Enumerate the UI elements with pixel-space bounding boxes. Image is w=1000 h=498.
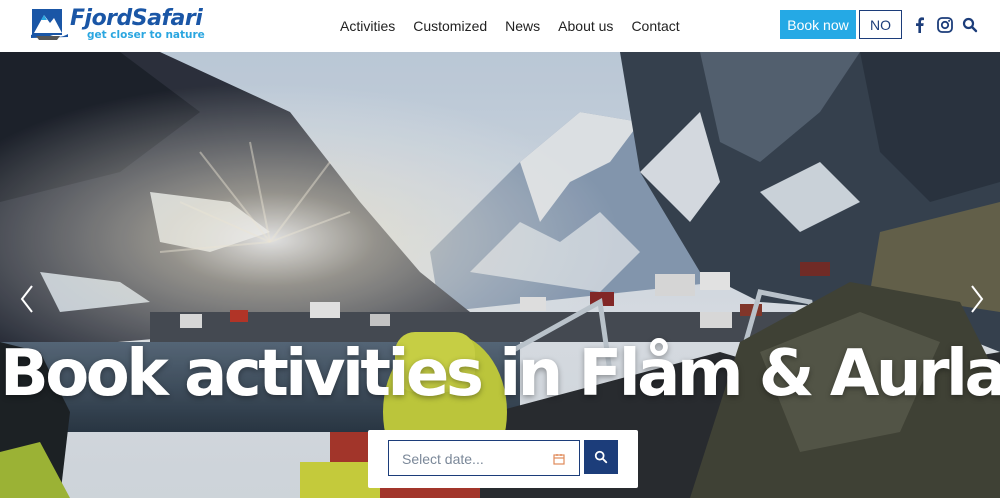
nav-item-activities[interactable]: Activities <box>340 18 395 34</box>
language-button[interactable]: NO <box>859 10 902 39</box>
date-search-form: Select date... <box>368 430 638 488</box>
logo-tagline: get closer to nature <box>87 29 205 41</box>
site-header: FjordSafari get closer to nature Activit… <box>0 0 1000 52</box>
calendar-icon <box>553 452 565 465</box>
chevron-left-icon[interactable] <box>18 284 38 314</box>
main-nav: Activities Customized News About us Cont… <box>340 0 698 52</box>
search-icon <box>594 450 608 464</box>
facebook-icon[interactable] <box>912 17 928 33</box>
logo-name: FjordSafari <box>70 6 203 31</box>
book-now-button[interactable]: Book now <box>780 10 856 39</box>
hero-title: Book activities in Flåm & Aurland <box>0 337 1000 411</box>
nav-item-customized[interactable]: Customized <box>413 18 487 34</box>
nav-item-contact[interactable]: Contact <box>631 18 679 34</box>
instagram-icon[interactable] <box>937 17 953 33</box>
hero-banner: Book activities in Flåm & Aurland Select… <box>0 52 1000 498</box>
fjordsafari-logo[interactable]: FjordSafari get closer to nature <box>30 7 205 43</box>
logo-mountain-icon <box>31 9 68 40</box>
search-icon[interactable] <box>962 17 978 33</box>
date-search-button[interactable] <box>584 440 618 474</box>
nav-item-news[interactable]: News <box>505 18 540 34</box>
chevron-right-icon[interactable] <box>966 284 986 314</box>
date-input[interactable]: Select date... <box>388 440 580 476</box>
nav-item-about-us[interactable]: About us <box>558 18 613 34</box>
date-input-placeholder: Select date... <box>402 451 484 467</box>
